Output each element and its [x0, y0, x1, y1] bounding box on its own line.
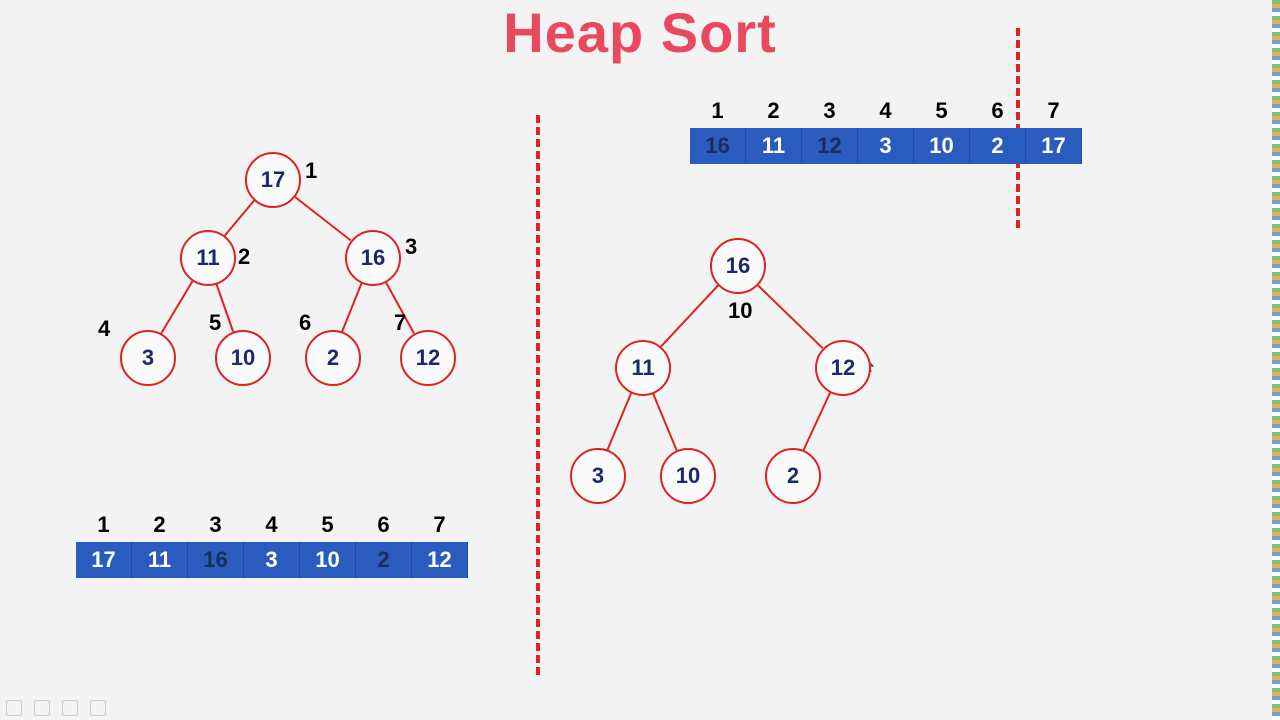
right-array: 161112310217 [690, 128, 1082, 164]
array-index: 1 [690, 98, 746, 124]
array-index: 5 [914, 98, 970, 124]
array-cell: 16 [188, 542, 244, 578]
tree-node: 12 [815, 340, 871, 396]
array-cell: 12 [802, 128, 858, 164]
array-index: 2 [746, 98, 802, 124]
tree-node: 12 [400, 330, 456, 386]
tree-node-index: 7 [394, 310, 406, 336]
left-array: 171116310212 [76, 542, 468, 578]
tree-node-index: 1 [305, 158, 317, 184]
array-index: 6 [970, 98, 1026, 124]
tree-node-index: 5 [209, 310, 221, 336]
tree-node-index: 2 [238, 244, 250, 270]
tree-node: 2 [765, 448, 821, 504]
scrub-strip [1272, 0, 1280, 720]
array-cell: 11 [746, 128, 802, 164]
array-cell: 17 [76, 542, 132, 578]
tree-node: 16 [345, 230, 401, 286]
slides-icon [62, 700, 78, 716]
page-title: Heap Sort [0, 0, 1280, 65]
array-cell: 17 [1026, 128, 1082, 164]
right-array-indices: 1234567 [690, 98, 1082, 124]
array-index: 7 [412, 512, 468, 538]
divider-center [536, 115, 540, 675]
array-index: 1 [76, 512, 132, 538]
tree-node: 10 [660, 448, 716, 504]
tree-node: 11 [180, 230, 236, 286]
pen-icon [6, 700, 22, 716]
tree-node-index: 6 [299, 310, 311, 336]
array-index: 3 [188, 512, 244, 538]
array-index: 7 [1026, 98, 1082, 124]
array-cell: 3 [858, 128, 914, 164]
tree-node: 2 [305, 330, 361, 386]
slide: { "title": "Heap Sort", "annotation_belo… [0, 0, 1280, 720]
array-cell: 10 [300, 542, 356, 578]
tree-node: 3 [570, 448, 626, 504]
tree-node-index: 4 [98, 316, 110, 342]
array-index: 5 [300, 512, 356, 538]
array-cell: 2 [970, 128, 1026, 164]
array-cell: 3 [244, 542, 300, 578]
array-index: 6 [356, 512, 412, 538]
array-cell: 11 [132, 542, 188, 578]
footer-icons [6, 700, 106, 716]
tree-node: 10 [215, 330, 271, 386]
tree-node: 17 [245, 152, 301, 208]
array-cell: 16 [690, 128, 746, 164]
array-cell: 2 [356, 542, 412, 578]
annotation-root-subscript: 10 [728, 298, 752, 324]
tree-node: 16 [710, 238, 766, 294]
array-index: 4 [858, 98, 914, 124]
array-index: 3 [802, 98, 858, 124]
array-cell: 10 [914, 128, 970, 164]
next-icon [90, 700, 106, 716]
array-index: 4 [244, 512, 300, 538]
left-array-indices: 1234567 [76, 512, 468, 538]
array-index: 2 [132, 512, 188, 538]
tree-node-index: 3 [405, 234, 417, 260]
tree-node: 11 [615, 340, 671, 396]
array-cell: 12 [412, 542, 468, 578]
tree-node: 3 [120, 330, 176, 386]
pointer-icon [34, 700, 50, 716]
